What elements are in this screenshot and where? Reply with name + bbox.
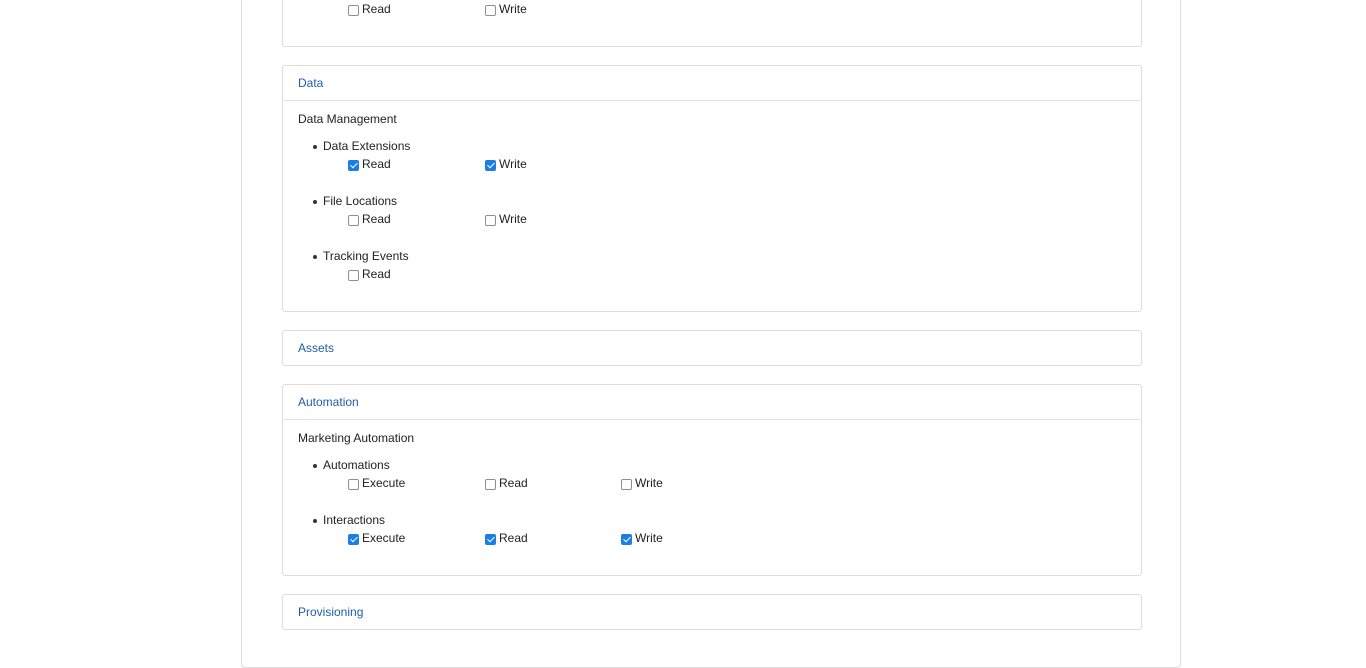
- item-label: Tracking Events: [323, 249, 409, 263]
- perm-read[interactable]: Read: [348, 157, 391, 171]
- perm-label: Write: [635, 531, 663, 545]
- checkbox[interactable]: [348, 215, 359, 226]
- panel-title[interactable]: Automation: [298, 395, 359, 409]
- checkbox[interactable]: [348, 534, 359, 545]
- perm-label: Write: [499, 212, 527, 226]
- panel-header-automation[interactable]: Automation: [283, 385, 1141, 420]
- perm-label: Write: [499, 2, 527, 16]
- item-label: File Locations: [323, 194, 398, 208]
- perm-label: Read: [362, 157, 391, 171]
- checkbox[interactable]: [485, 160, 496, 171]
- group-title: Marketing Automation: [298, 431, 415, 445]
- panel-header-assets[interactable]: Assets: [283, 331, 1141, 365]
- perm-read[interactable]: Read: [348, 2, 391, 16]
- checkbox[interactable]: [348, 479, 359, 490]
- bullet: [313, 519, 317, 523]
- panel-header-data[interactable]: Data: [283, 66, 1141, 101]
- panel-title[interactable]: Assets: [298, 341, 334, 355]
- perm-label: Write: [499, 157, 527, 171]
- checkbox[interactable]: [621, 479, 632, 490]
- panel-provisioning: Provisioning: [282, 594, 1142, 630]
- perm-label: Execute: [362, 476, 406, 490]
- perm-execute[interactable]: Execute: [348, 531, 405, 545]
- perm-execute[interactable]: Execute: [348, 476, 405, 490]
- checkbox[interactable]: [348, 270, 359, 281]
- perm-write[interactable]: Write: [621, 476, 663, 490]
- checkbox[interactable]: [348, 5, 359, 16]
- checkbox[interactable]: [485, 215, 496, 226]
- perm-label: Read: [362, 212, 391, 226]
- panel-data: Data Data Management Data Extensions Rea…: [282, 65, 1142, 312]
- perm-read[interactable]: Read: [348, 212, 391, 226]
- perm-label: Read: [499, 476, 528, 490]
- perm-read[interactable]: Read: [348, 267, 391, 281]
- perm-label: Read: [362, 267, 391, 281]
- panel-title[interactable]: Provisioning: [298, 605, 363, 619]
- checkbox[interactable]: [485, 534, 496, 545]
- group-title: Data Management: [298, 112, 397, 126]
- item-label: Data Extensions: [323, 139, 411, 153]
- perm-read[interactable]: Read: [485, 531, 528, 545]
- perm-label: Write: [635, 476, 663, 490]
- bullet: [313, 200, 317, 204]
- perm-write[interactable]: Write: [485, 212, 527, 226]
- panel-automation: Automation Marketing Automation Automati…: [282, 384, 1142, 576]
- perm-write[interactable]: Write: [485, 2, 527, 16]
- perm-label: Read: [499, 531, 528, 545]
- panel-header-provisioning[interactable]: Provisioning: [283, 595, 1141, 629]
- panel-previous: Read Write: [282, 0, 1142, 47]
- perm-read[interactable]: Read: [485, 476, 528, 490]
- item-label: Interactions: [323, 513, 386, 527]
- perm-label: Read: [362, 2, 391, 16]
- perm-label: Execute: [362, 531, 406, 545]
- item-label: Automations: [323, 458, 390, 472]
- checkbox[interactable]: [621, 534, 632, 545]
- checkbox[interactable]: [485, 5, 496, 16]
- bullet: [313, 145, 317, 149]
- bullet: [313, 464, 317, 468]
- panel-title[interactable]: Data: [298, 76, 323, 90]
- panel-assets: Assets: [282, 330, 1142, 366]
- checkbox[interactable]: [348, 160, 359, 171]
- bullet: [313, 255, 317, 259]
- perm-write[interactable]: Write: [621, 531, 663, 545]
- perm-write[interactable]: Write: [485, 157, 527, 171]
- checkbox[interactable]: [485, 479, 496, 490]
